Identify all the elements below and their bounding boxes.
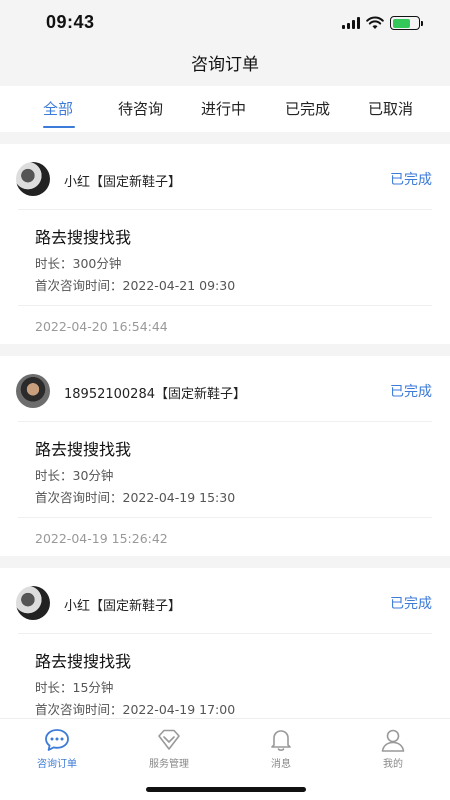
tabbar-label: 服务管理 bbox=[149, 759, 189, 770]
tabbar-consult-orders[interactable]: 咨询订单 bbox=[12, 727, 102, 777]
nav-bar: 咨询订单 bbox=[0, 46, 450, 86]
consultant-name: 小红【固定新鞋子】 bbox=[64, 599, 182, 614]
tabbar-label: 消息 bbox=[271, 759, 291, 770]
tab-all[interactable]: 全部 bbox=[43, 98, 73, 119]
tabbar-service-management[interactable]: 服务管理 bbox=[124, 727, 214, 777]
order-topic: 路去搜搜找我 bbox=[35, 652, 132, 671]
consultant-name: 小红【固定新鞋子】 bbox=[64, 175, 182, 190]
consultant-name: 18952100284【固定新鞋子】 bbox=[64, 387, 246, 402]
order-card-body: 路去搜搜找我 时长：30分钟 首次咨询时间：2022-04-19 15:30 bbox=[18, 423, 432, 518]
order-tabs: 全部 待咨询 进行中 已完成 已取消 bbox=[0, 86, 450, 132]
tab-completed[interactable]: 已完成 bbox=[285, 98, 330, 119]
order-card[interactable]: 小红【固定新鞋子】 已完成 路去搜搜找我 时长：300分钟 首次咨询时间：202… bbox=[0, 144, 450, 344]
status-bar: 09:43 bbox=[0, 0, 450, 46]
order-duration: 时长：30分钟 bbox=[35, 468, 114, 483]
tabbar-mine[interactable]: 我的 bbox=[348, 727, 438, 777]
tab-cancelled[interactable]: 已取消 bbox=[368, 98, 413, 119]
diamond-icon bbox=[158, 729, 180, 750]
tab-in-progress[interactable]: 进行中 bbox=[201, 98, 246, 119]
order-card-body: 路去搜搜找我 时长：15分钟 首次咨询时间：2022-04-19 17:00 bbox=[18, 635, 432, 718]
order-card-body: 路去搜搜找我 时长：300分钟 首次咨询时间：2022-04-21 09:30 bbox=[18, 211, 432, 306]
order-first-time: 首次咨询时间：2022-04-19 15:30 bbox=[35, 490, 236, 505]
order-card[interactable]: 18952100284【固定新鞋子】 已完成 路去搜搜找我 时长：30分钟 首次… bbox=[0, 356, 450, 556]
order-duration: 时长：300分钟 bbox=[35, 256, 122, 271]
wifi-icon bbox=[366, 16, 384, 29]
order-first-time: 首次咨询时间：2022-04-21 09:30 bbox=[35, 278, 236, 293]
order-card[interactable]: 小红【固定新鞋子】 已完成 路去搜搜找我 时长：15分钟 首次咨询时间：2022… bbox=[0, 568, 450, 718]
active-tab-indicator bbox=[43, 126, 75, 128]
home-indicator bbox=[146, 787, 306, 792]
battery-icon bbox=[390, 16, 423, 30]
order-topic: 路去搜搜找我 bbox=[35, 440, 132, 459]
order-status: 已完成 bbox=[390, 172, 432, 188]
order-created-date: 2022-04-20 16:54:44 bbox=[35, 319, 168, 334]
tab-pending[interactable]: 待咨询 bbox=[118, 98, 163, 119]
status-time: 09:43 bbox=[46, 12, 95, 32]
order-created-date: 2022-04-19 15:26:42 bbox=[35, 531, 168, 546]
tabbar-label: 我的 bbox=[383, 759, 403, 770]
bell-icon bbox=[271, 730, 291, 751]
tabbar-label: 咨询订单 bbox=[37, 759, 77, 770]
chat-icon bbox=[45, 729, 69, 751]
order-status: 已完成 bbox=[390, 384, 432, 400]
order-list: 小红【固定新鞋子】 已完成 路去搜搜找我 时长：300分钟 首次咨询时间：202… bbox=[0, 132, 450, 718]
order-duration: 时长：15分钟 bbox=[35, 680, 114, 695]
tabbar-messages[interactable]: 消息 bbox=[236, 727, 326, 777]
user-icon bbox=[381, 729, 405, 752]
order-first-time: 首次咨询时间：2022-04-19 17:00 bbox=[35, 702, 236, 717]
signal-icon bbox=[342, 17, 360, 29]
page-title: 咨询订单 bbox=[191, 55, 259, 75]
order-topic: 路去搜搜找我 bbox=[35, 228, 132, 247]
status-icons bbox=[342, 15, 423, 31]
order-status: 已完成 bbox=[390, 596, 432, 612]
